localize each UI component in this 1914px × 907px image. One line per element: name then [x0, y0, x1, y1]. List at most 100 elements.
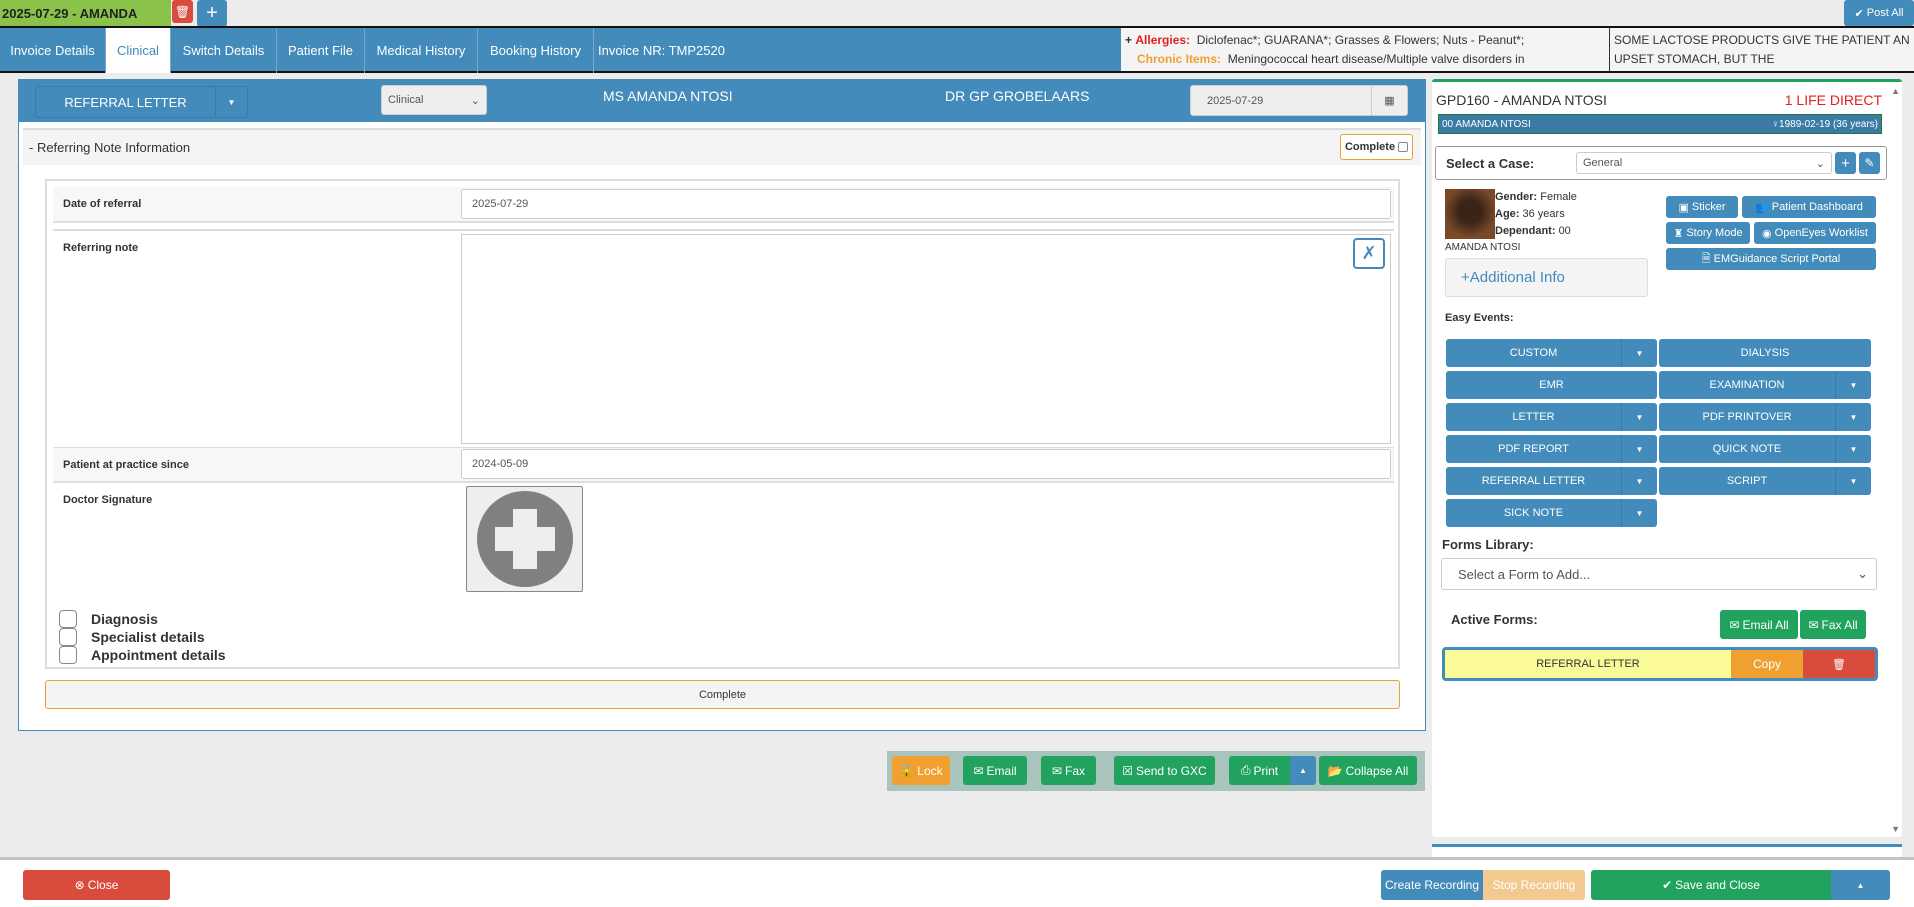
- form-type-button[interactable]: REFERRAL LETTER ▼: [35, 86, 248, 118]
- add-signature-button[interactable]: [466, 486, 583, 592]
- lock-button[interactable]: 🔓 Lock: [892, 756, 950, 785]
- checkbox[interactable]: [59, 628, 77, 646]
- date-of-referral-input[interactable]: 2025-07-29: [461, 189, 1391, 219]
- tab-booking-history[interactable]: Booking History: [478, 28, 594, 73]
- patient-note: SOME LACTOSE PRODUCTS GIVE THE PATIENT A…: [1609, 28, 1914, 71]
- case-select[interactable]: General ⌄: [1576, 152, 1832, 174]
- tab-clinical[interactable]: Clinical: [106, 28, 171, 73]
- story-icon: ♜: [1673, 227, 1684, 240]
- caret-down-icon[interactable]: ▼: [1621, 339, 1657, 367]
- easy-event-label: DIALYSIS: [1740, 347, 1790, 359]
- checkbox[interactable]: [59, 646, 77, 664]
- case-label: Select a Case:: [1446, 156, 1535, 171]
- fax-button[interactable]: ✉ Fax: [1041, 756, 1096, 785]
- form-date-input[interactable]: 2025-07-29 ▦: [1190, 85, 1408, 116]
- caret-down-icon[interactable]: ▼: [1621, 435, 1657, 463]
- scroll-down-arrow[interactable]: ▼: [1891, 824, 1900, 834]
- checkbox[interactable]: [1398, 142, 1409, 152]
- alerts-box: + Allergies: Diclofenac*; GUARANA*; Gras…: [1121, 28, 1609, 71]
- easy-event-emr[interactable]: EMR: [1446, 371, 1657, 399]
- save-and-close-button[interactable]: ✔ Save and Close: [1591, 870, 1831, 900]
- caret-down-icon[interactable]: ▼: [1835, 435, 1871, 463]
- referring-note-textarea[interactable]: [461, 234, 1391, 444]
- email-button[interactable]: ✉ Email: [963, 756, 1027, 785]
- easy-event-script[interactable]: SCRIPT ▼: [1659, 467, 1871, 495]
- caret-down-icon: ▼: [215, 87, 247, 117]
- patient-bar: 00 AMANDA NTOSI ♀1989-02-19 (36 years): [1438, 114, 1882, 134]
- category-select[interactable]: Clinical ⌄: [381, 85, 487, 115]
- create-recording-button[interactable]: Create Recording: [1381, 870, 1483, 900]
- easy-event-letter[interactable]: LETTER ▼: [1446, 403, 1657, 431]
- easy-event-referral-letter[interactable]: REFERRAL LETTER ▼: [1446, 467, 1657, 495]
- close-button[interactable]: ⊗ Close: [23, 870, 170, 900]
- copy-form-button[interactable]: Copy: [1731, 650, 1803, 678]
- envelope-icon: ✉: [973, 763, 984, 778]
- delete-invoice-button[interactable]: 🗑: [172, 0, 193, 23]
- caret-down-icon[interactable]: ▼: [1835, 371, 1871, 399]
- easy-event-label: REFERRAL LETTER: [1481, 475, 1586, 487]
- easy-event-sick-note[interactable]: SICK NOTE ▼: [1446, 499, 1657, 527]
- emguidance-button[interactable]: 🗎 EMGuidance Script Portal: [1666, 248, 1876, 270]
- active-form-item[interactable]: REFERRAL LETTER Copy 🗑: [1442, 647, 1878, 681]
- easy-event-label: PDF REPORT: [1498, 443, 1569, 455]
- forms-library-select[interactable]: Select a Form to Add... ⌄: [1441, 558, 1877, 590]
- easy-event-label: EMR: [1539, 379, 1564, 391]
- sticker-button[interactable]: ▣ Sticker: [1666, 196, 1738, 218]
- tab-medical-history[interactable]: Medical History: [365, 28, 478, 73]
- chevron-down-icon: ⌄: [1857, 566, 1868, 581]
- caret-down-icon[interactable]: ▼: [1621, 499, 1657, 527]
- easy-event-label: SCRIPT: [1726, 475, 1768, 487]
- section-complete-toggle[interactable]: Complete: [1340, 134, 1413, 160]
- add-invoice-button[interactable]: +: [197, 0, 227, 27]
- additional-info-button[interactable]: + Additional Info: [1445, 258, 1648, 297]
- save-options-toggle[interactable]: ▲: [1831, 870, 1890, 900]
- calendar-icon[interactable]: ▦: [1371, 86, 1407, 115]
- complete-button[interactable]: Complete: [45, 680, 1400, 709]
- case-box: Select a Case: General ⌄ + ✎: [1435, 146, 1887, 180]
- send-to-gxc-button[interactable]: ☒ Send to GXC: [1114, 756, 1215, 785]
- scroll-up-arrow[interactable]: ▲: [1891, 86, 1900, 96]
- delete-form-button[interactable]: 🗑: [1803, 650, 1875, 678]
- signature-pen-icon[interactable]: ✗: [1353, 238, 1385, 269]
- easy-event-dialysis[interactable]: DIALYSIS: [1659, 339, 1871, 367]
- invoice-title[interactable]: 2025-07-29 - AMANDA: [0, 0, 171, 27]
- checkbox-appointment-details[interactable]: Appointment details: [59, 646, 226, 664]
- easy-event-examination[interactable]: EXAMINATION ▼: [1659, 371, 1871, 399]
- tab-patient-file[interactable]: Patient File: [277, 28, 365, 73]
- collapse-all-button[interactable]: 📂 Collapse All: [1319, 756, 1417, 785]
- patient-name: MS AMANDA NTOSI: [603, 88, 733, 104]
- plus-icon: +: [1841, 154, 1850, 172]
- tab-switch-details[interactable]: Switch Details: [171, 28, 277, 73]
- print-button[interactable]: ⎙ Print: [1229, 756, 1290, 785]
- envelope-icon: ✉: [1808, 617, 1819, 632]
- section-header[interactable]: - Referring Note Information: [23, 128, 1421, 165]
- active-form-name[interactable]: REFERRAL LETTER: [1445, 650, 1731, 678]
- caret-down-icon[interactable]: ▼: [1835, 403, 1871, 431]
- easy-event-quick-note[interactable]: QUICK NOTE ▼: [1659, 435, 1871, 463]
- post-all-button[interactable]: ✔ Post All: [1844, 0, 1914, 26]
- caret-down-icon[interactable]: ▼: [1621, 467, 1657, 495]
- easy-event-custom[interactable]: CUSTOM ▼: [1446, 339, 1657, 367]
- trash-icon: 🗑: [174, 4, 191, 19]
- email-all-button[interactable]: ✉ Email All: [1720, 610, 1798, 639]
- checkbox-diagnosis[interactable]: Diagnosis: [59, 610, 158, 628]
- fax-all-button[interactable]: ✉ Fax All: [1800, 610, 1866, 639]
- checkbox-specialist-details[interactable]: Specialist details: [59, 628, 205, 646]
- practice-since-input[interactable]: 2024-05-09: [461, 449, 1391, 479]
- print-options-toggle[interactable]: ▲: [1290, 756, 1316, 785]
- easy-event-label: SICK NOTE: [1503, 507, 1564, 519]
- easy-event-pdf-printover[interactable]: PDF PRINTOVER ▼: [1659, 403, 1871, 431]
- caret-down-icon[interactable]: ▼: [1621, 403, 1657, 431]
- story-mode-button[interactable]: ♜ Story Mode: [1666, 222, 1750, 244]
- stop-recording-button[interactable]: Stop Recording: [1483, 870, 1585, 900]
- patient-dashboard-button[interactable]: 👥 Patient Dashboard: [1742, 196, 1876, 218]
- caret-down-icon[interactable]: ▼: [1835, 467, 1871, 495]
- checkbox[interactable]: [59, 610, 77, 628]
- add-case-button[interactable]: +: [1835, 152, 1856, 174]
- trash-icon: 🗑: [1832, 658, 1846, 671]
- plus-circle-icon: [476, 491, 573, 587]
- openeyes-worklist-button[interactable]: ◉ OpenEyes Worklist: [1754, 222, 1876, 244]
- easy-event-pdf-report[interactable]: PDF REPORT ▼: [1446, 435, 1657, 463]
- edit-case-button[interactable]: ✎: [1859, 152, 1880, 174]
- tab-invoice-details[interactable]: Invoice Details: [0, 28, 106, 73]
